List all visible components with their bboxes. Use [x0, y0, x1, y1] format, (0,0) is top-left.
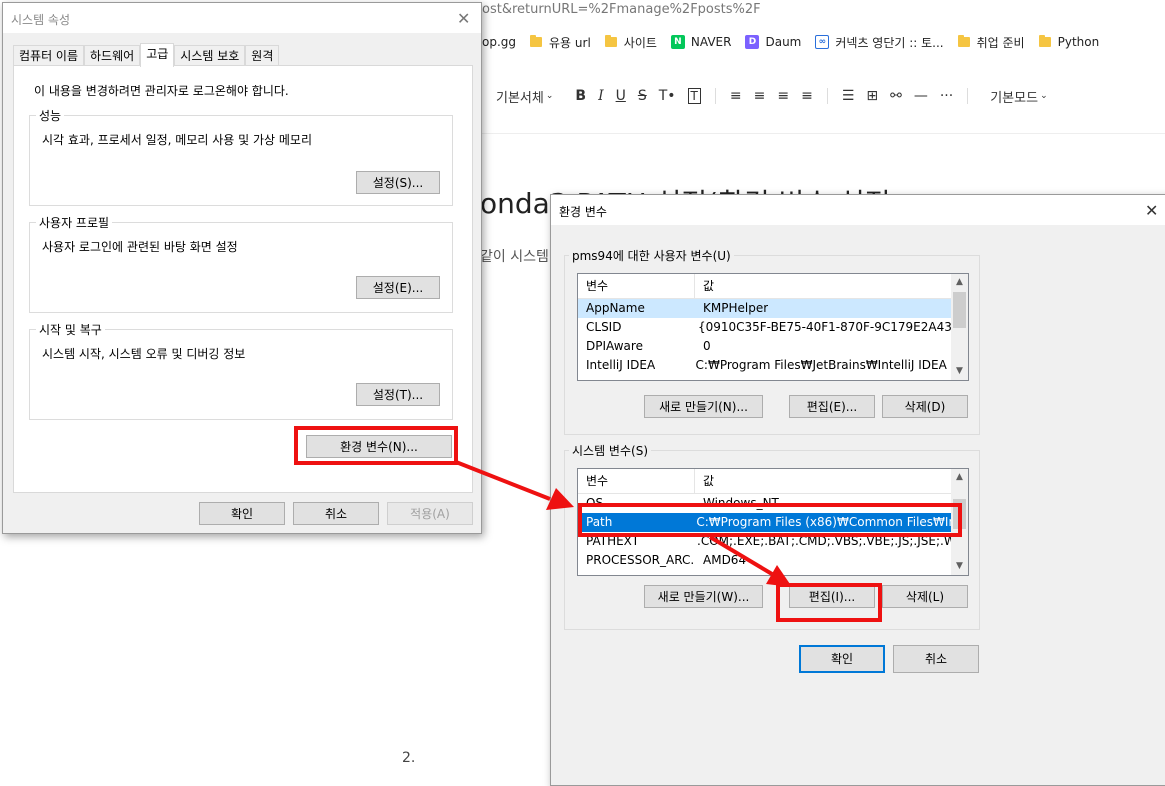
arrow-line-path-to-edit: [708, 535, 774, 576]
annotation-arrows: [455, 460, 792, 587]
arrow-head-path-to-edit: [766, 565, 792, 587]
tab-advanced[interactable]: 고급: [140, 43, 175, 67]
arrow-head-env-to-path: [546, 488, 574, 510]
arrow-line-env-to-path: [455, 460, 551, 501]
